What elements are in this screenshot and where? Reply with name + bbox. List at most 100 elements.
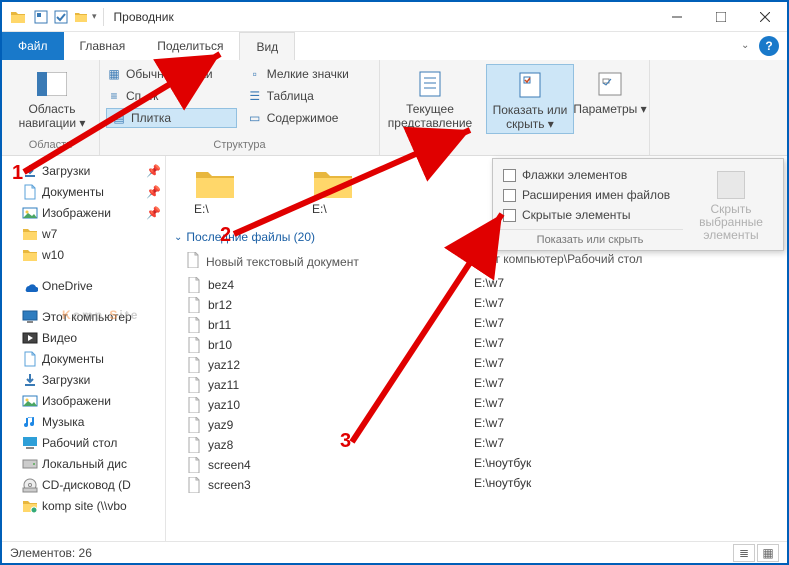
layout-list[interactable]: ≡Сп…к [106,86,237,106]
tab-file[interactable]: Файл [2,32,64,60]
layout-content[interactable]: ▭Содержимое [247,108,373,128]
file-row[interactable]: yaz12E:\w7 [174,355,787,375]
file-name: bez4 [208,278,234,292]
nav-item[interactable]: Музыка [2,411,165,432]
qat-checkbox-icon[interactable] [52,8,70,26]
file-path: E:\w7 [474,376,787,394]
hide-selected-button: Скрыть выбранные элементы [683,165,779,248]
folder-icon [22,247,38,263]
layout-large-icons[interactable]: ▦Обычные …чки [106,64,237,84]
folder-icon [22,226,38,242]
nav-item-label: Видео [42,331,77,345]
nav-item[interactable]: w7 [2,223,165,244]
pic-icon [22,205,38,221]
file-name: yaz8 [208,438,233,452]
nav-item[interactable]: Изображени [2,390,165,411]
view-thumbnails-button[interactable]: ▦ [757,544,779,562]
qat-properties-icon[interactable] [32,8,50,26]
show-hide-label: Показать или скрыть [493,103,568,131]
file-name: yaz10 [208,398,240,412]
nav-item[interactable]: Документы📌 [2,181,165,202]
music-icon [22,414,38,430]
netfolder-icon [22,498,38,514]
current-view-button[interactable]: Текущее представление ▾ [386,64,474,146]
options-button[interactable]: Параметры ▾ [566,64,654,118]
nav-item[interactable]: Этот компьютер [2,306,165,327]
file-row[interactable]: br11E:\w7 [174,315,787,335]
recent-files-label: Последние файлы (20) [186,230,315,244]
nav-item[interactable]: OneDrive [2,275,165,296]
file-path: E:\w7 [474,316,787,334]
nav-item-label: Документы [42,352,104,366]
document-icon [186,417,202,433]
hidden-items-toggle[interactable]: Скрытые элементы [497,205,683,225]
dropdown-group-label: Показать или скрыть [497,229,683,248]
nav-item[interactable]: Документы [2,348,165,369]
document-icon [186,437,202,453]
file-row[interactable]: br12 E:\w7 [174,295,787,315]
status-count-label: Элементов: [10,546,75,560]
layout-tiles[interactable]: ▤Плитка [106,108,237,128]
nav-item[interactable]: CD-дисковод (D [2,474,165,495]
pc-icon [22,309,38,325]
file-row[interactable]: yaz8 E:\w7 [174,435,787,455]
hide-selected-icon [717,171,745,199]
file-extensions-toggle[interactable]: Расширения имен файлов [497,185,683,205]
nav-item-label: Загрузки [42,164,90,178]
file-row[interactable]: bez4 E:\w7 [174,275,787,295]
nav-item[interactable]: Загрузки [2,369,165,390]
nav-item[interactable]: Изображени📌 [2,202,165,223]
nav-item[interactable]: w10 [2,244,165,265]
file-name: br12 [208,298,232,312]
file-row[interactable]: yaz11E:\w7 [174,375,787,395]
folder-item[interactable]: E:\ [312,166,402,216]
qat-dropdown-icon[interactable]: ▾ [92,11,97,22]
view-details-button[interactable]: ≣ [733,544,755,562]
document-icon [186,357,202,373]
document-icon [186,377,202,393]
collapse-icon: ⌄ [174,232,182,243]
item-checkboxes-toggle[interactable]: Флажки элементов [497,165,683,185]
file-row[interactable]: screen3E:\ноутбук [174,475,787,495]
tab-share[interactable]: Поделиться [141,32,239,60]
tab-view[interactable]: Вид [239,32,295,60]
nav-item-label: Этот компьютер [42,310,132,324]
help-icon[interactable]: ? [759,36,779,56]
layout-details[interactable]: ☰Таблица [247,86,373,106]
maximize-button[interactable] [699,3,743,31]
layout-small-icons[interactable]: ▫Мелкие значки [247,64,373,84]
document-icon [186,477,202,493]
file-row[interactable]: yaz10E:\w7 [174,395,787,415]
nav-item[interactable]: Видео [2,327,165,348]
show-hide-icon [514,69,546,101]
document-icon [186,397,202,413]
folder-item[interactable]: E:\ [194,166,284,216]
qat-newfolder-icon[interactable] [72,8,90,26]
nav-item[interactable]: Рабочий стол [2,432,165,453]
ribbon-collapse-icon[interactable]: ⌄ [741,40,755,60]
file-name: yaz9 [208,418,233,432]
file-path: E:\w7 [474,436,787,454]
layout-gallery[interactable]: ▦Обычные …чки ▫Мелкие значки ≡Сп…к ☰Табл… [106,64,373,128]
file-row[interactable]: br10E:\w7 [174,335,787,355]
nav-item[interactable]: komp site (\\vbо [2,495,165,516]
titlebar: ▾ Проводник [2,2,787,32]
folder-label: E:\ [194,200,209,216]
file-path: E:\w7 [474,296,787,314]
nav-item-label: CD-дисковод (D [42,478,131,492]
checkbox-icon [503,189,516,202]
file-path: E:\w7 [474,276,787,294]
document-icon [186,277,202,293]
file-name: br10 [208,338,232,352]
navigation-pane[interactable]: Загрузки📌Документы📌Изображени📌w7w10 OneDr… [2,156,166,541]
navigation-pane-label: Область навигации [19,102,76,130]
nav-item[interactable]: Загрузки📌 [2,160,165,181]
file-row[interactable]: screen4E:\ноутбук [174,455,787,475]
close-button[interactable] [743,3,787,31]
navigation-pane-button[interactable]: Область навигации ▾ [8,64,96,132]
file-row[interactable]: yaz9E:\w7 [174,415,787,435]
minimize-button[interactable] [655,3,699,31]
nav-item[interactable]: Локальный дис [2,453,165,474]
tab-home[interactable]: Главная [64,32,142,60]
checkbox-icon [503,209,516,222]
